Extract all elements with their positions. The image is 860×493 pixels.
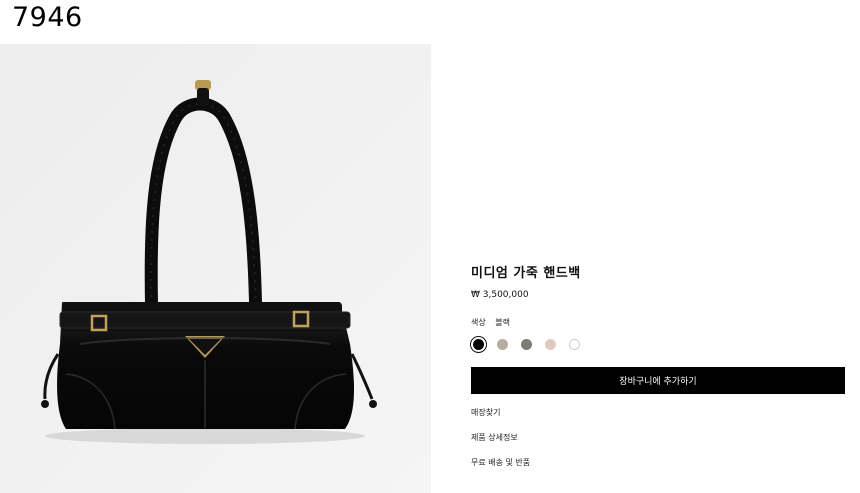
product-info: 미디엄 가죽 핸드백 ₩ 3,500,000 색상 블랙 장바구니에 추가하기 … xyxy=(470,262,845,468)
swatch-beige[interactable] xyxy=(545,339,556,350)
product-price: ₩ 3,500,000 xyxy=(471,290,529,300)
page-id: 7946 xyxy=(12,2,83,33)
color-value: 블랙 xyxy=(495,318,511,327)
swatch-taupe[interactable] xyxy=(497,339,508,350)
store-finder-link[interactable]: 매장찾기 xyxy=(471,407,845,418)
swatch-black[interactable] xyxy=(470,336,487,353)
product-image xyxy=(0,44,431,493)
product-details-link[interactable]: 제품 상세정보 xyxy=(471,432,845,443)
swatch-white[interactable] xyxy=(569,339,580,350)
color-swatches xyxy=(470,336,845,353)
color-label: 색상 xyxy=(471,318,486,327)
swatch-gray[interactable] xyxy=(521,339,532,350)
product-title: 미디엄 가죽 핸드백 xyxy=(471,266,581,281)
color-row: 색상 블랙 xyxy=(471,317,845,328)
shipping-returns-link[interactable]: 무료 배송 및 반품 xyxy=(471,457,845,468)
add-to-cart-button[interactable]: 장바구니에 추가하기 xyxy=(471,367,845,394)
